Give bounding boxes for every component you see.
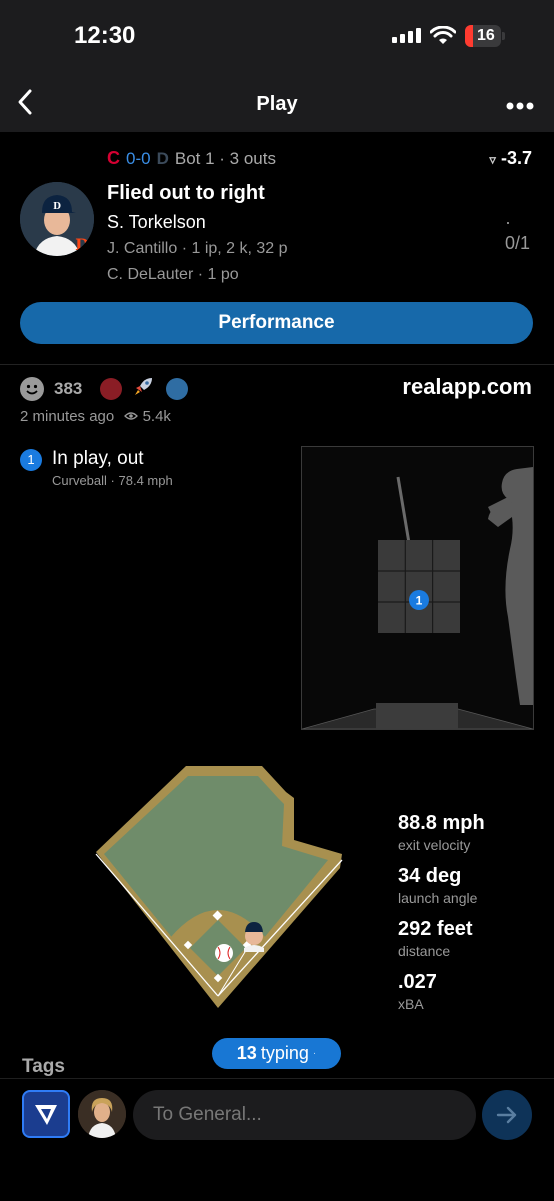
eye-icon [124, 408, 142, 425]
pitch-number-badge: 1 [20, 449, 42, 471]
smiley-icon[interactable] [20, 376, 44, 401]
batter-name[interactable]: S. Torkelson [107, 212, 206, 232]
pitch-detail: Curveball · 78.4 mph [52, 473, 173, 488]
red-reaction-icon[interactable] [100, 377, 123, 400]
typing-indicator[interactable]: 13 typing · [212, 1038, 341, 1069]
status-time: 12:30 [74, 22, 136, 49]
stat-value: .027 [398, 971, 437, 993]
stat-label: launch angle [398, 890, 478, 906]
game-score-line: C 0-0 D Bot 1 · 3 outs [107, 148, 276, 169]
svg-text:D: D [75, 235, 89, 254]
inning-situation: Bot 1 · 3 outs [174, 148, 276, 168]
signal-icon [392, 28, 421, 43]
stat-label: distance [398, 943, 451, 959]
tigers-logo-icon: D [156, 148, 169, 168]
win-probability: ▿ -3.7 [489, 148, 532, 169]
win-probability-value: -3.7 [500, 148, 532, 168]
fielder-avatar-icon [244, 922, 264, 952]
trend-icon: ▿ [489, 152, 496, 167]
reaction-count: 383 [54, 378, 83, 398]
view-count: 5.4k [142, 408, 171, 425]
source-site[interactable]: realapp.com [402, 374, 532, 400]
play-title: Flied out to right [107, 182, 265, 204]
performance-button[interactable]: Performance [20, 302, 533, 344]
tags-heading: Tags [22, 1056, 65, 1077]
typing-label: typing [260, 1043, 309, 1063]
reactions-bar: 383 [20, 374, 189, 403]
score: 0-0 [126, 148, 151, 168]
rocket-icon[interactable] [132, 374, 156, 403]
blue-reaction-icon[interactable] [166, 377, 189, 400]
battery-level: 16 [477, 27, 495, 44]
baseball-icon [215, 944, 233, 962]
stat-distance: 292 feet distance [398, 918, 473, 959]
pitch-speed: 78.4 mph [118, 473, 173, 488]
send-arrow-icon[interactable] [482, 1090, 532, 1140]
stat-value: 34 deg [398, 865, 462, 887]
page-title: Play [256, 93, 298, 115]
stat-xba: .027 xBA [398, 971, 437, 1012]
batter-line: S. Torkelson · 0/1 [107, 212, 530, 253]
pitch-result: In play, out [52, 448, 144, 469]
stat-exit-velocity: 88.8 mph exit velocity [398, 812, 485, 853]
stat-launch-angle: 34 deg launch angle [398, 865, 477, 906]
wifi-icon [430, 26, 456, 44]
pitch-type: Curveball [52, 473, 107, 488]
svg-text:D: D [53, 202, 61, 212]
strike-zone-panel: 1 [301, 446, 534, 730]
message-input[interactable] [133, 1090, 476, 1140]
typing-count: 13 [236, 1043, 257, 1063]
user-avatar[interactable] [78, 1090, 126, 1138]
stat-value: 88.8 mph [398, 812, 485, 834]
guardians-logo-icon: C [107, 148, 120, 168]
stat-value: 292 feet [398, 918, 473, 940]
divider [0, 364, 554, 365]
nav-bar: Play [0, 76, 554, 132]
pitcher-line: J. Cantillo · 1 ip, 2 k, 32 p [107, 240, 288, 257]
svg-text:1: 1 [416, 594, 423, 608]
app-logo-icon[interactable] [22, 1090, 70, 1138]
battery-icon: 16 [465, 25, 501, 47]
fielder-line: C. DeLauter · 1 po [107, 266, 239, 283]
post-meta: 2 minutes ago 5.4k [20, 408, 171, 425]
batter-stat: · 0/1 [505, 212, 531, 253]
status-bar: 12:30 16 [0, 0, 554, 76]
stat-label: xBA [398, 996, 424, 1012]
spray-chart [90, 762, 350, 1012]
ellipsis-icon[interactable] [506, 90, 534, 116]
player-avatar[interactable]: D D [20, 182, 94, 256]
typing-dots-icon: · [312, 1048, 317, 1059]
batter-silhouette [488, 467, 533, 705]
stat-label: exit velocity [398, 837, 471, 853]
time-ago: 2 minutes ago [20, 408, 115, 425]
